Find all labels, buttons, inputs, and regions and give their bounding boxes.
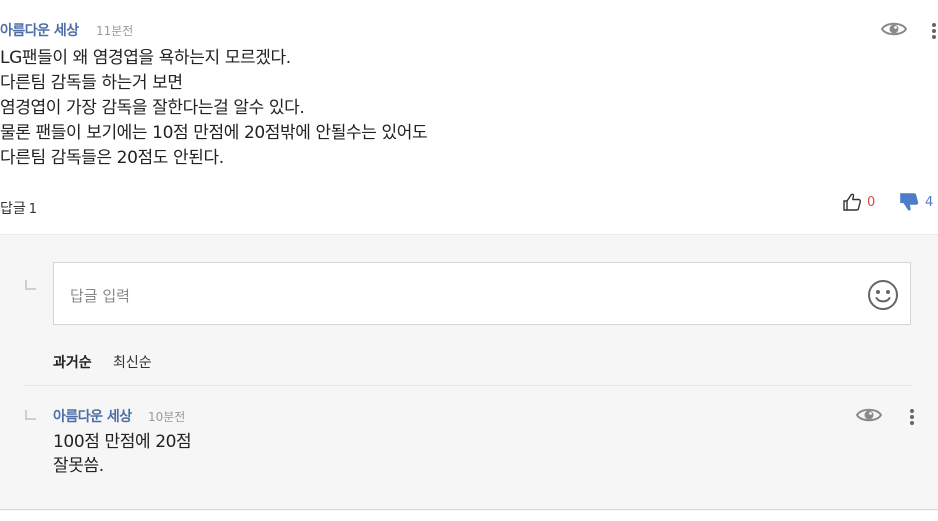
reply-input-box[interactable] — [53, 262, 911, 325]
reply-author[interactable]: 아름다운 세상 — [53, 406, 132, 426]
comment-body: LG팬들이 왜 염경엽을 욕하는지 모르겠다. 다른팀 감독들 하는거 보면 염… — [0, 46, 900, 171]
reply-input[interactable] — [68, 282, 852, 310]
reply-body: 100점 만점에 20점 잘못씀. — [53, 430, 192, 478]
eye-icon[interactable] — [881, 20, 907, 38]
comment-line: 다른팀 감독들 하는거 보면 — [0, 73, 183, 93]
comment-line: 다른팀 감독들은 20점도 안된다. — [0, 148, 224, 168]
smiley-icon[interactable] — [867, 279, 899, 311]
sort-newest-button[interactable]: 최신순 — [113, 352, 152, 372]
more-vertical-icon[interactable] — [931, 22, 937, 40]
divider — [0, 509, 938, 510]
comment-page: 아름다운 세상 11분전 LG팬들이 왜 염경엽을 욕하는지 모르겠다. 다른팀… — [0, 0, 938, 521]
like-button[interactable]: 0 — [842, 191, 875, 213]
thumbs-up-icon — [843, 193, 862, 211]
dislike-button[interactable]: 4 — [898, 191, 933, 213]
reply-time: 10분전 — [148, 410, 186, 424]
more-vertical-icon[interactable] — [909, 408, 915, 426]
comment-line: LG팬들이 왜 염경엽을 욕하는지 모르겠다. — [0, 48, 291, 68]
sort-oldest-button[interactable]: 과거순 — [53, 352, 92, 372]
thumbs-down-icon — [900, 193, 919, 211]
comment: 아름다운 세상 11분전 LG팬들이 왜 염경엽을 욕하는지 모르겠다. 다른팀… — [0, 0, 938, 234]
eye-icon[interactable] — [856, 406, 882, 424]
like-count: 0 — [867, 194, 876, 210]
reply-label: 답글 — [0, 201, 26, 217]
comment-author[interactable]: 아름다운 세상 — [0, 20, 79, 40]
reply-line: 100점 만점에 20점 — [53, 432, 192, 452]
divider — [25, 385, 913, 386]
reply-indent-marker — [25, 410, 36, 420]
reply-line: 잘못씀. — [53, 456, 104, 476]
reply-count: 1 — [28, 202, 38, 217]
comment-time: 11분전 — [96, 24, 134, 38]
dislike-count: 4 — [925, 194, 934, 210]
reply-toggle-button[interactable]: 답글 1 — [0, 198, 37, 218]
comment-line: 물론 팬들이 보기에는 10점 만점에 20점밖에 안될수는 있어도 — [0, 123, 428, 143]
reply-indent-marker — [25, 280, 36, 290]
comment-line: 염경엽이 가장 감독을 잘한다는걸 알수 있다. — [0, 98, 305, 118]
